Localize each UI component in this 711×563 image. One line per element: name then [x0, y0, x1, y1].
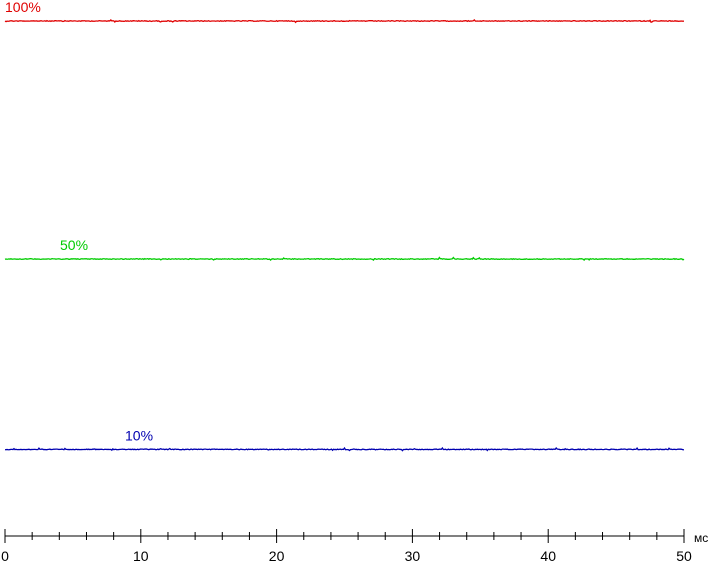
series-label-10: 10% [125, 427, 153, 443]
brightness-flicker-chart: 100% 50% 10% мс 0 10 20 30 40 50 [1, 0, 708, 563]
x-tick-label: 40 [540, 548, 556, 563]
x-tick-label: 10 [133, 548, 149, 563]
series-line-10 [4, 446, 685, 452]
x-tick-label: 0 [1, 548, 9, 563]
x-tick-label: 30 [405, 548, 421, 563]
series-line-100 [4, 18, 685, 24]
x-axis-unit-label: мс [694, 531, 708, 545]
series-line-50 [4, 256, 685, 262]
series-label-50: 50% [60, 237, 88, 253]
series-group: 100% 50% 10% [4, 0, 685, 452]
series-label-100: 100% [5, 0, 41, 15]
x-axis: мс 0 10 20 30 40 50 [1, 529, 708, 563]
x-tick-label: 20 [269, 548, 285, 563]
x-tick-label: 50 [676, 548, 692, 563]
